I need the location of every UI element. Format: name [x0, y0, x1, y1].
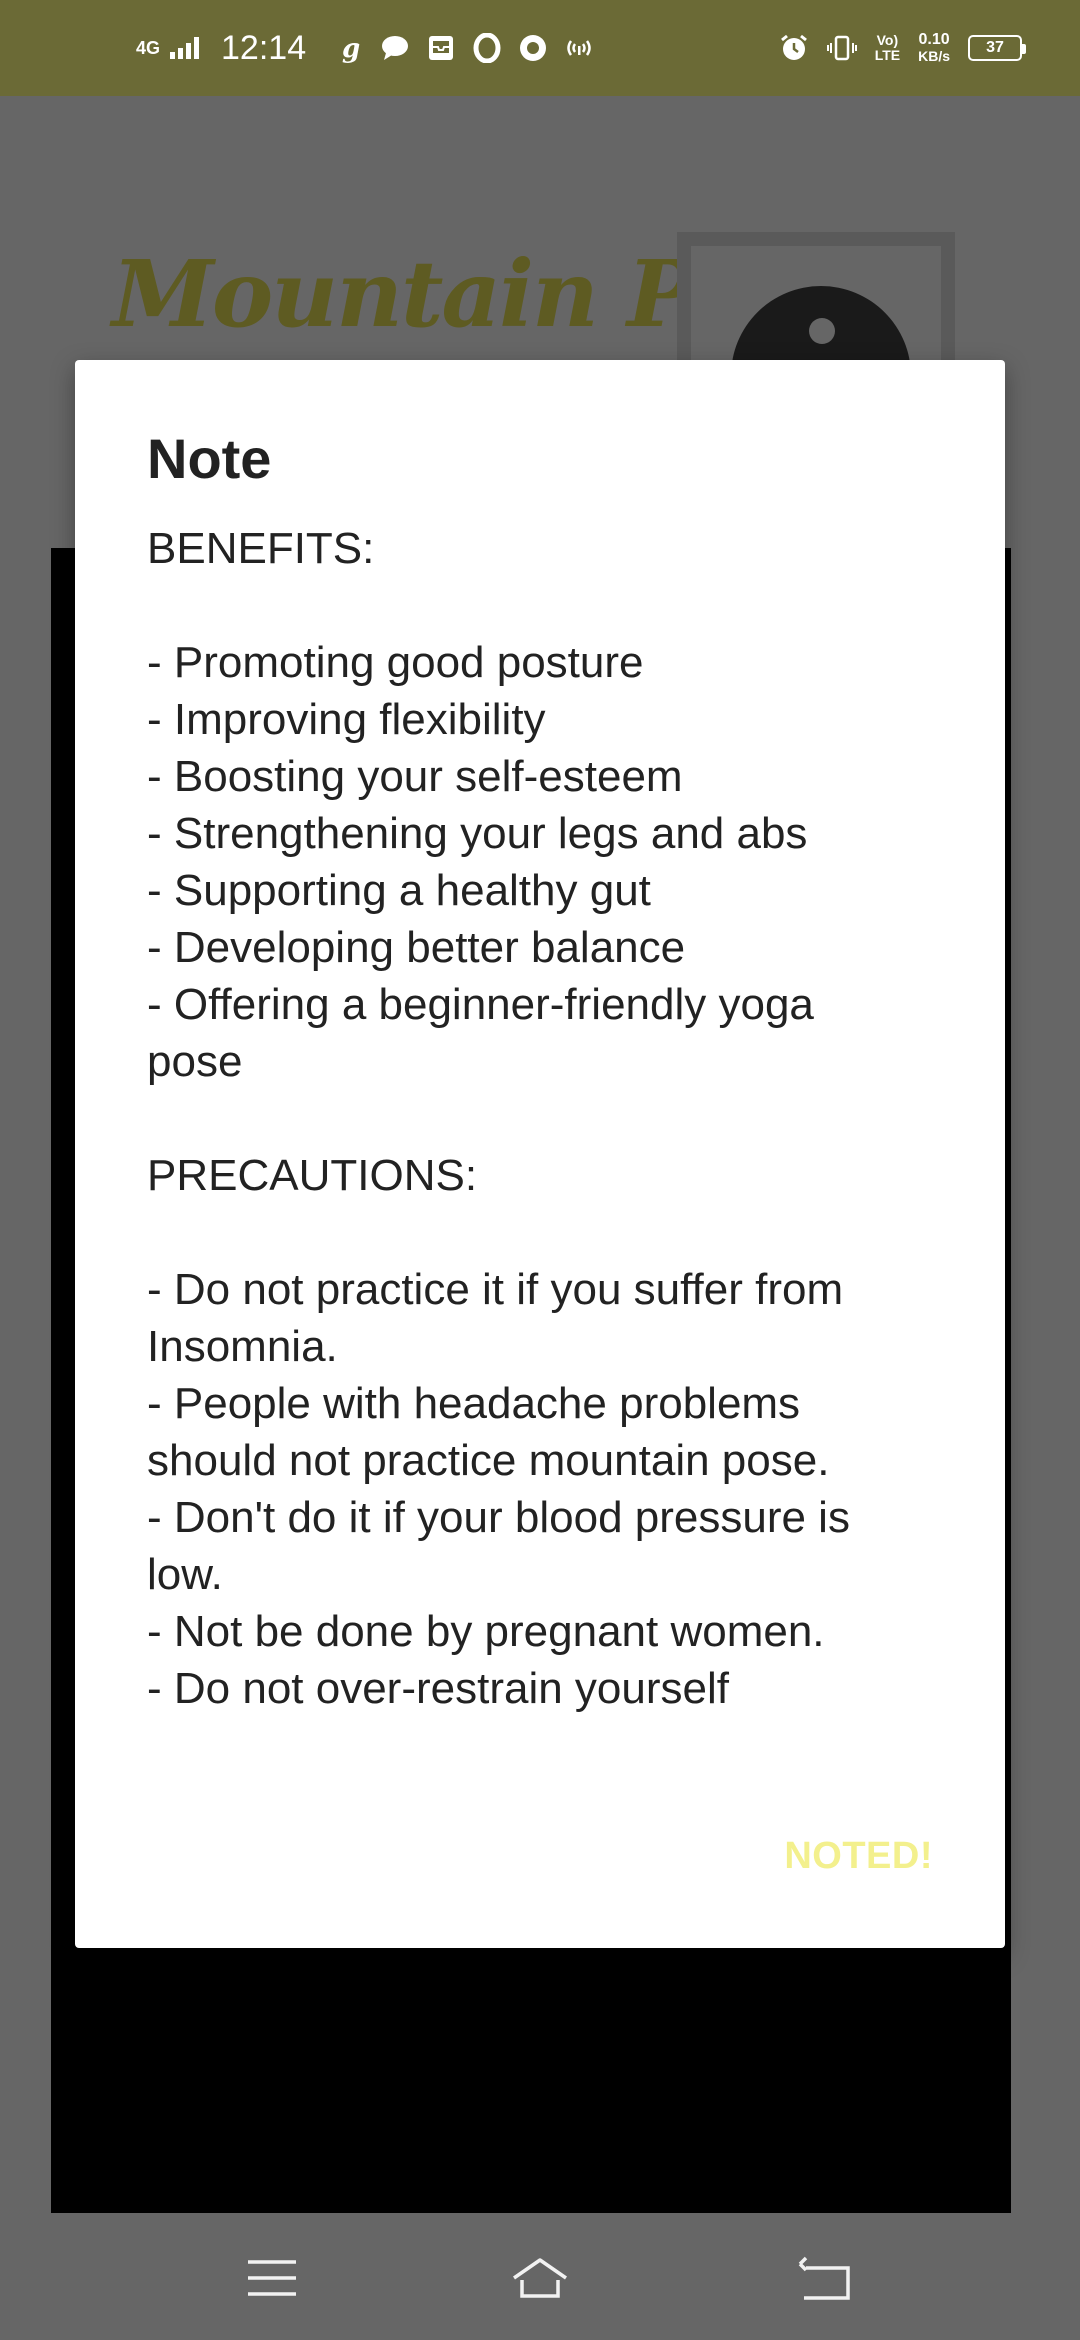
vibrate-icon	[826, 33, 857, 63]
battery-level: 37	[986, 39, 1004, 56]
precaution-item: - Not be done by pregnant women.	[147, 1607, 825, 1656]
volte-indicator: Vo) LTE	[875, 33, 900, 62]
svg-text:g: g	[342, 34, 360, 63]
speed-value: 0.10	[918, 31, 950, 49]
chat-bubble-icon	[380, 33, 410, 63]
status-bar: 4G 12:14 g Vo) LTE 0.10 KB/s 37	[0, 0, 1080, 96]
benefit-item: - Strengthening your legs and abs	[147, 809, 808, 858]
opera-icon	[472, 33, 502, 63]
network-speed: 0.10 KB/s	[918, 31, 950, 65]
inbox-icon	[426, 33, 456, 63]
volte-bottom: LTE	[874, 47, 901, 63]
alarm-icon	[779, 33, 809, 63]
network-type: 4G	[136, 38, 161, 58]
signal-icon	[170, 37, 200, 59]
precaution-item: - People with headache problems should n…	[147, 1379, 830, 1485]
benefit-item: - Promoting good posture	[147, 638, 644, 687]
benefit-item: - Boosting your self-esteem	[147, 752, 683, 801]
speed-unit: KB/s	[918, 48, 950, 65]
precautions-heading: PRECAUTIONS:	[147, 1151, 478, 1200]
screen: 4G 12:14 g Vo) LTE 0.10 KB/s 37 Mountain…	[0, 0, 1080, 2340]
dialog-message: BENEFITS: - Promoting good posture - Imp…	[147, 520, 947, 1717]
back-icon[interactable]	[794, 2248, 854, 2308]
precaution-item: - Do not over-restrain yourself	[147, 1664, 729, 1713]
benefit-item: - Developing better balance	[147, 923, 686, 972]
precaution-item: - Don't do it if your blood pressure is …	[147, 1493, 863, 1599]
note-dialog: Note BENEFITS: - Promoting good posture …	[75, 360, 1005, 1948]
battery-icon: 37	[968, 35, 1026, 61]
volte-top: Vo)	[876, 32, 899, 49]
status-bar-right: Vo) LTE 0.10 KB/s 37	[779, 0, 1026, 96]
dialog-title: Note	[147, 427, 272, 490]
clock: 12:14	[221, 28, 307, 67]
benefits-heading: BENEFITS:	[147, 524, 375, 573]
noted-button[interactable]: NOTED!	[784, 1835, 933, 1878]
goibibo-icon: g	[334, 33, 364, 63]
hotspot-icon	[564, 33, 594, 63]
precaution-item: - Do not practice it if you suffer from …	[147, 1265, 856, 1371]
benefit-item: - Offering a beginner-friendly yoga pose	[147, 980, 827, 1086]
menu-icon[interactable]	[242, 2248, 302, 2308]
home-icon[interactable]	[510, 2248, 570, 2308]
circle-app-icon	[518, 33, 548, 63]
benefit-item: - Supporting a healthy gut	[147, 866, 651, 915]
navigation-bar	[0, 2213, 1080, 2340]
status-bar-left: 4G 12:14 g	[136, 0, 594, 96]
benefit-item: - Improving flexibility	[147, 695, 546, 744]
